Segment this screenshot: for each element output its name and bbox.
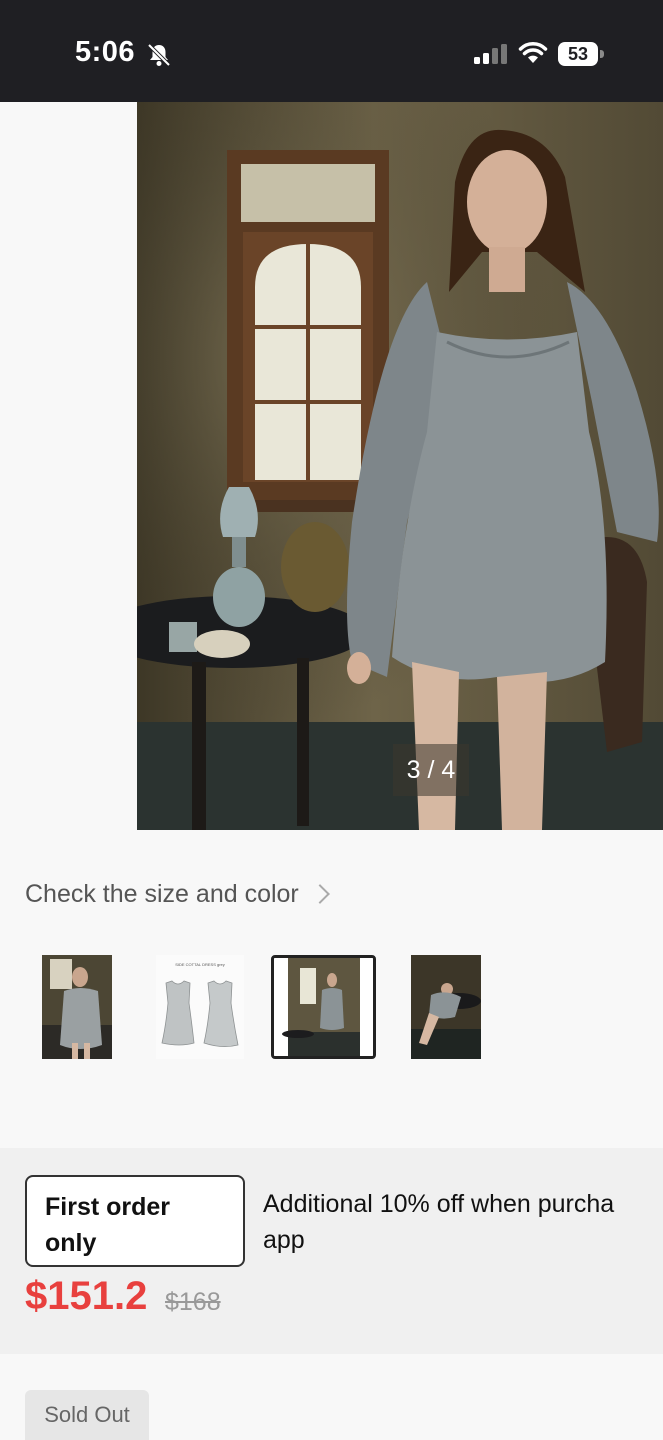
check-size-color-link[interactable]: Check the size and color: [25, 878, 330, 910]
badge-line-2: only: [45, 1229, 97, 1257]
thumbnail-caption: SIDE COTTAL DRESS grey: [175, 962, 225, 967]
bell-off-icon: [147, 43, 171, 67]
chevron-right-icon: [309, 884, 330, 904]
wifi-icon: [518, 42, 548, 63]
thumbnail-4[interactable]: [411, 955, 481, 1059]
thumbnail-3-selected[interactable]: [271, 955, 376, 1059]
gallery-page-indicator: 3 / 4: [393, 744, 469, 796]
current-price: $151.2: [25, 1274, 148, 1318]
thumbnail-2-image: SIDE COTTAL DRESS grey: [156, 955, 244, 1059]
promo-text-line-2: app: [263, 1226, 305, 1254]
thumbnail-1-image: [42, 955, 112, 1059]
status-time: 5:06: [75, 36, 136, 68]
first-order-badge: First order only: [25, 1175, 245, 1267]
badge-line-1: First order: [45, 1193, 171, 1221]
check-size-color-label: Check the size and color: [25, 879, 299, 908]
promo-section: First order only Additional 10% off when…: [0, 1148, 663, 1354]
thumbnail-4-image: [411, 955, 481, 1059]
hero-photo: [137, 102, 663, 830]
thumbnail-3-image: [274, 958, 373, 1056]
promo-text-line-1: Additional 10% off when purcha: [263, 1190, 615, 1218]
battery-level: 53: [567, 44, 589, 64]
promo-description: Additional 10% off when purcha app: [263, 1186, 663, 1258]
product-hero-image[interactable]: 3 / 4: [137, 102, 663, 830]
sold-out-button[interactable]: Sold Out: [25, 1390, 149, 1440]
original-price: $168: [165, 1288, 221, 1316]
signal-icon: [474, 44, 507, 64]
status-bar: 5:06 53: [0, 0, 663, 102]
battery-icon: 53: [558, 42, 604, 66]
thumbnail-2[interactable]: SIDE COTTAL DRESS grey: [156, 955, 244, 1059]
thumbnail-1[interactable]: [42, 955, 112, 1059]
